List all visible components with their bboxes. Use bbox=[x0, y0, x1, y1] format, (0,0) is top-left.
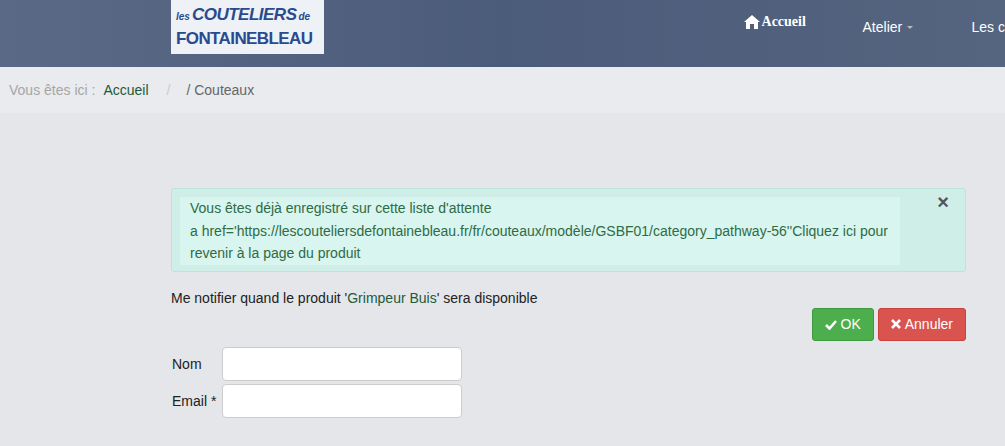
breadcrumb-item: / Couteaux bbox=[186, 82, 254, 98]
navbar: les COUTELIERS de FONTAINEBLEAU Accueil … bbox=[0, 0, 1005, 67]
notify-text: Me notifier quand le produit 'Grimpeur B… bbox=[171, 290, 966, 306]
cancel-button[interactable]: Annuler bbox=[878, 308, 966, 341]
page: les COUTELIERS de FONTAINEBLEAU Accueil … bbox=[0, 0, 1005, 446]
ok-button[interactable]: OK bbox=[812, 308, 874, 341]
product-link[interactable]: Grimpeur Buis bbox=[347, 290, 436, 306]
form-row: Nom bbox=[171, 347, 966, 381]
alert-text: Vous êtes déjà enregistré sur cette list… bbox=[190, 197, 890, 220]
check-icon bbox=[825, 319, 837, 330]
form: Nom Email * bbox=[171, 347, 966, 418]
breadcrumb-item: / bbox=[167, 82, 171, 98]
form-row: Email * bbox=[171, 384, 966, 418]
home-icon bbox=[744, 15, 760, 29]
alert: Vous êtes déjà enregistré sur cette list… bbox=[171, 188, 966, 272]
nav-menu: Accueil Atelier Les c bbox=[744, 0, 1005, 52]
text-input[interactable] bbox=[222, 384, 462, 418]
cross-icon bbox=[891, 319, 901, 329]
close-button[interactable]: × bbox=[937, 191, 949, 214]
main-content: Vous êtes déjà enregistré sur cette list… bbox=[0, 113, 1005, 446]
caret-icon bbox=[907, 26, 913, 29]
nav-item[interactable]: Atelier bbox=[863, 19, 972, 35]
nav-item[interactable]: Accueil bbox=[744, 14, 863, 30]
logo[interactable]: les COUTELIERS de FONTAINEBLEAU bbox=[171, 0, 324, 54]
field-label: Nom bbox=[171, 356, 222, 372]
alert-text: a href='https://lescouteliersdefontaineb… bbox=[190, 220, 890, 265]
field-label: Email * bbox=[171, 393, 222, 409]
actions: OK Annuler bbox=[171, 308, 966, 341]
text-input[interactable] bbox=[222, 347, 462, 381]
nav-item[interactable]: Les c bbox=[972, 19, 1005, 35]
breadcrumb: Vous êtes ici : Accueil// Couteaux bbox=[0, 67, 1005, 113]
breadcrumb-item[interactable]: Accueil bbox=[103, 82, 148, 98]
